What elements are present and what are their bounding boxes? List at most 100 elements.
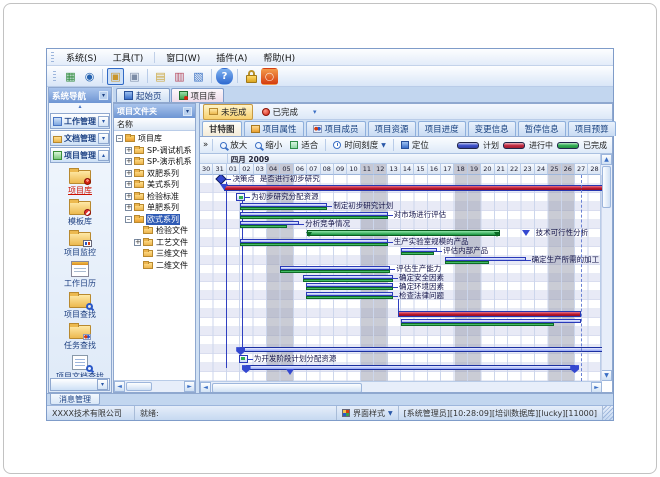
tree-item-工艺文件[interactable]: +工艺文件: [114, 237, 195, 249]
milestone-triangle-icon[interactable]: [522, 230, 530, 236]
task-bar[interactable]: [240, 212, 387, 219]
scroll-right-icon[interactable]: ►: [591, 382, 602, 392]
tab-暂停信息[interactable]: 暂停信息: [518, 121, 566, 136]
exit-icon[interactable]: ◯: [261, 68, 278, 85]
nav-group-文档管理[interactable]: 文档管理▾: [50, 130, 110, 146]
scroll-down-icon[interactable]: ▼: [601, 370, 612, 381]
menu-item[interactable]: 插件(A): [208, 50, 255, 65]
chart-report-icon[interactable]: ▥: [171, 68, 188, 85]
scroll-up-icon[interactable]: ▲: [601, 154, 612, 165]
zoom-in-button[interactable]: 放大: [217, 138, 250, 152]
tab-项目进度[interactable]: 项目进度: [418, 121, 466, 136]
expand-icon[interactable]: +: [125, 204, 132, 211]
filter-button-未完成[interactable]: 未完成: [203, 104, 253, 120]
filter-overflow-chevron-icon[interactable]: ▾: [313, 108, 317, 116]
nav-collapsed-group[interactable]: ▾: [50, 378, 110, 391]
task-bar[interactable]: [240, 239, 387, 246]
menu-item[interactable]: 帮助(H): [255, 50, 303, 65]
pin-icon[interactable]: ▾: [183, 107, 192, 116]
tree-item-欧式系列[interactable]: –欧式系列: [114, 214, 195, 226]
sidebar-item-项目查找[interactable]: 项目查找: [49, 291, 111, 319]
flag-report-icon[interactable]: ▧: [190, 68, 207, 85]
task-bar[interactable]: [401, 319, 581, 326]
pin-icon[interactable]: ▾: [99, 91, 108, 100]
milestone-box[interactable]: [239, 355, 248, 363]
menu-item[interactable]: 窗口(W): [158, 50, 208, 65]
toolbar-overflow-chevron[interactable]: »: [203, 140, 208, 150]
tree-item-双肥系列[interactable]: +双肥系列: [114, 168, 195, 180]
globe-icon[interactable]: ◉: [81, 68, 98, 85]
chevron-down-icon[interactable]: ▾: [97, 379, 108, 390]
sidebar-item-项目文档查找[interactable]: 项目文档查找: [49, 353, 111, 377]
in-progress-bar[interactable]: [224, 185, 602, 191]
menu-item[interactable]: 工具(T): [105, 50, 152, 65]
tree-item-三维文件[interactable]: 三维文件: [114, 248, 195, 260]
collapse-icon[interactable]: –: [116, 135, 123, 142]
summary-planned-bar[interactable]: [240, 347, 602, 352]
scroll-left-icon[interactable]: ◄: [200, 382, 211, 392]
chevron-up-icon[interactable]: ▴: [98, 150, 109, 161]
task-bar[interactable]: [306, 292, 393, 299]
task-bar[interactable]: [445, 257, 525, 264]
expand-icon[interactable]: +: [125, 170, 132, 177]
task-bar[interactable]: [303, 275, 393, 282]
sidebar-item-工作日历[interactable]: 工作日历: [49, 260, 111, 288]
filter-button-已完成[interactable]: 已完成: [256, 104, 305, 120]
menu-item[interactable]: 系统(S): [58, 50, 105, 65]
summary-completed-bar[interactable]: [307, 230, 500, 236]
sidebar-item-项目库[interactable]: 项目库: [49, 167, 111, 195]
project-window-icon[interactable]: ▣: [107, 68, 124, 85]
gantt-chart-body[interactable]: 决策点 是否进行初步研究为初步研究分配资源制定初步研究计划对市场进行评估分析竞争…: [200, 175, 602, 381]
expand-icon[interactable]: +: [125, 193, 132, 200]
tab-甘特图[interactable]: 甘特图: [202, 121, 242, 136]
task-bar[interactable]: [401, 248, 437, 255]
expand-icon[interactable]: +: [134, 239, 141, 246]
scrollbar-thumb[interactable]: [212, 383, 362, 392]
scroll-right-icon[interactable]: ►: [184, 381, 195, 392]
sidebar-item-任务查找[interactable]: 任务查找: [49, 322, 111, 350]
chevron-down-icon[interactable]: ▾: [98, 116, 109, 127]
in-progress-bar[interactable]: [398, 311, 580, 317]
tree-item-美式系列[interactable]: +美式系列: [114, 179, 195, 191]
fit-button[interactable]: 适合: [287, 138, 321, 152]
doc-tab-项目库[interactable]: 项目库: [171, 88, 225, 102]
task-bar[interactable]: [280, 266, 390, 273]
nav-group-项目管理[interactable]: 项目管理▴: [50, 147, 110, 163]
gantt-horizontal-scrollbar[interactable]: ◄ ►: [200, 381, 602, 392]
tree-item-单肥系列[interactable]: +单肥系列: [114, 202, 195, 214]
tab-项目预算[interactable]: 项目预算: [568, 121, 616, 136]
doc-tab-起始页[interactable]: 起始页: [116, 88, 170, 102]
tree-column-header[interactable]: 名称: [114, 118, 195, 131]
collapse-icon[interactable]: –: [125, 216, 132, 223]
tab-变更信息[interactable]: 变更信息: [468, 121, 516, 136]
milestone-box[interactable]: [236, 193, 245, 201]
task-bar[interactable]: [240, 221, 299, 228]
message-management-tab[interactable]: 消息管理: [50, 394, 100, 405]
tree-item-检验文件[interactable]: 检验文件: [114, 225, 195, 237]
tab-项目属性[interactable]: 项目属性: [244, 121, 304, 136]
tree-horizontal-scrollbar[interactable]: ◄ ►: [114, 380, 195, 392]
scrollbar-thumb[interactable]: [602, 166, 611, 208]
task-bar[interactable]: [306, 283, 393, 290]
resize-grip[interactable]: [603, 406, 613, 420]
expand-icon[interactable]: +: [125, 181, 132, 188]
sidebar-item-模板库[interactable]: 模板库: [49, 198, 111, 226]
data-table-icon[interactable]: ▦: [62, 68, 79, 85]
nav-scroll-up-icon[interactable]: ▴: [49, 103, 111, 112]
tab-项目成员[interactable]: 项目成员: [306, 121, 366, 136]
lock-icon[interactable]: [242, 68, 259, 85]
task-bar[interactable]: [240, 203, 327, 210]
help-icon[interactable]: ?: [216, 68, 233, 85]
summary-planned-bar[interactable]: [246, 365, 576, 370]
tree-item-SP-调试机系[interactable]: +SP-调试机系: [114, 145, 195, 157]
tree-item-检验标准[interactable]: +检验标准: [114, 191, 195, 203]
tab-项目资源[interactable]: 项目资源: [368, 121, 416, 136]
timescale-dropdown[interactable]: 时间刻度▼: [330, 138, 389, 152]
zoom-out-button[interactable]: 缩小: [252, 138, 285, 152]
scrollbar-thumb[interactable]: [126, 382, 152, 391]
window-icon[interactable]: ▣: [126, 68, 143, 85]
expand-icon[interactable]: +: [125, 147, 132, 154]
report-icon[interactable]: ▤: [152, 68, 169, 85]
chevron-down-icon[interactable]: ▾: [98, 133, 109, 144]
tree-item-项目库[interactable]: –项目库: [114, 133, 195, 145]
